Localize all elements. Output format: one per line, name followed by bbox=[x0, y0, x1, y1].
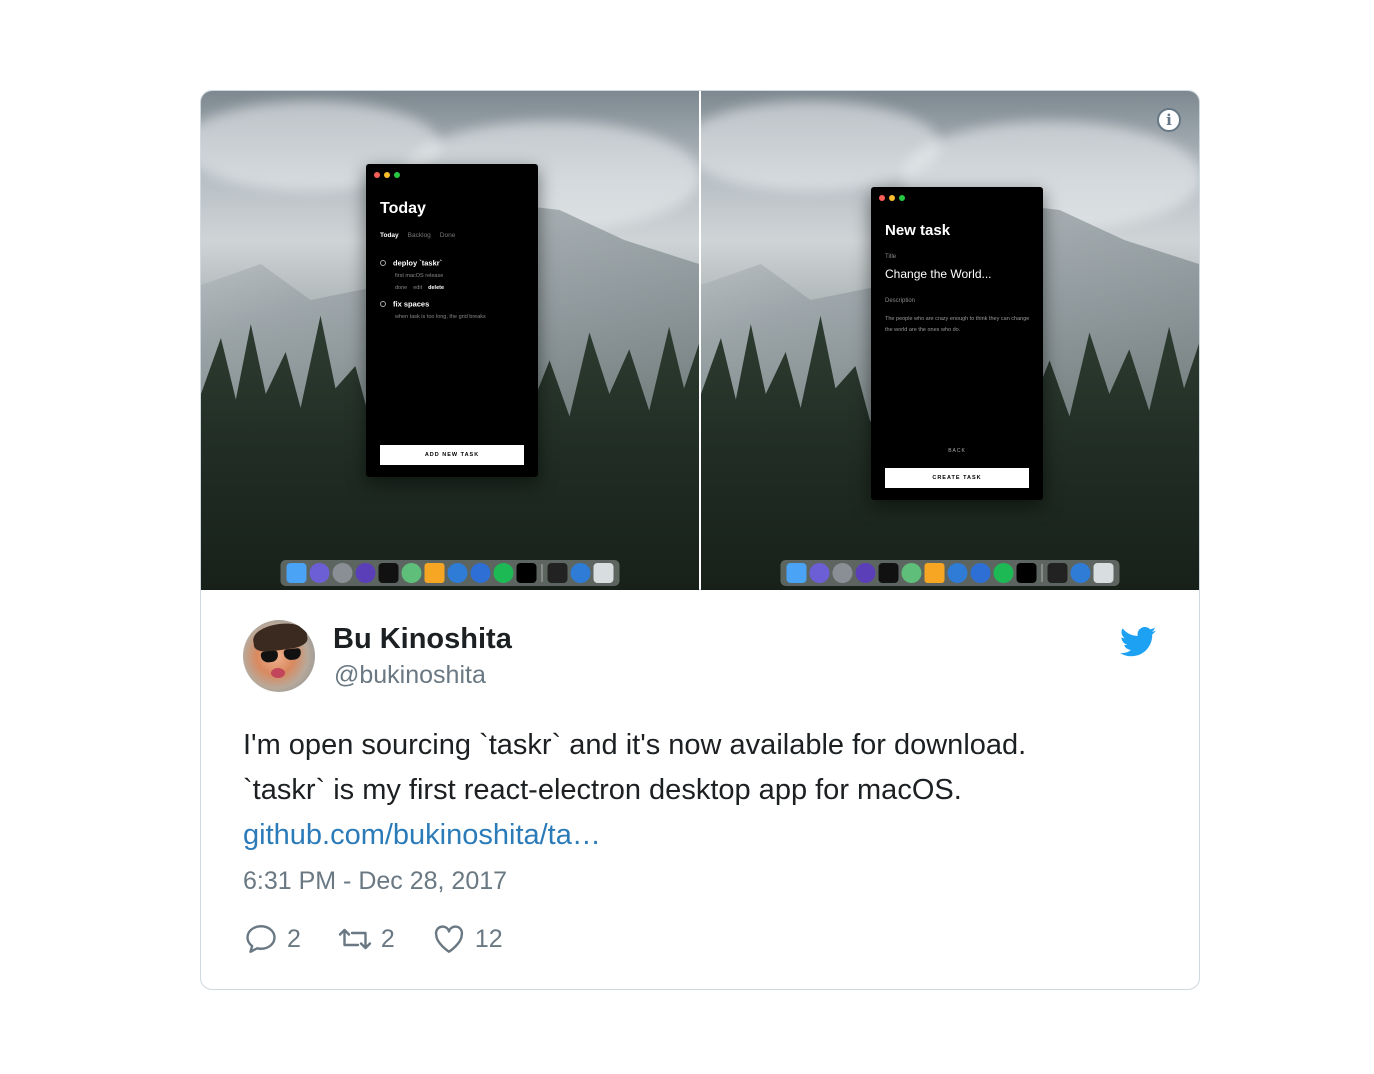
tweet-link[interactable]: github.com/bukinoshita/ta… bbox=[243, 813, 1163, 858]
info-icon[interactable]: i bbox=[1157, 108, 1181, 132]
title-value: Change the World... bbox=[885, 267, 992, 281]
finder-icon bbox=[286, 563, 307, 583]
spotify-icon bbox=[993, 563, 1014, 583]
task-item: deploy `taskr` first macOS release done … bbox=[380, 258, 444, 291]
tab-done: Done bbox=[439, 232, 456, 239]
app-icon bbox=[901, 563, 922, 583]
terminal-icon bbox=[378, 563, 399, 583]
retweet-button[interactable]: 2 bbox=[337, 921, 395, 957]
taskr-window-icon bbox=[1047, 563, 1068, 583]
dock-separator bbox=[541, 564, 543, 582]
minimize-dot-icon bbox=[889, 195, 895, 201]
media-image-left[interactable]: Today Today Backlog Done deploy `taskr` … bbox=[201, 91, 699, 590]
add-new-task-button: ADD NEW TASK bbox=[380, 445, 524, 465]
app-title: Today bbox=[380, 200, 426, 217]
task-action-edit: edit bbox=[413, 284, 423, 291]
app-store-icon bbox=[970, 563, 991, 583]
window-controls bbox=[374, 172, 400, 178]
task-name: fix spaces bbox=[393, 299, 430, 309]
trash-icon bbox=[1093, 563, 1114, 583]
spotify-icon bbox=[493, 563, 514, 583]
task-checkbox-icon bbox=[380, 301, 386, 308]
app-tabs: Today Backlog Done bbox=[380, 232, 455, 239]
avatar-mouth bbox=[271, 668, 285, 678]
tab-today: Today bbox=[380, 232, 399, 239]
twitter-bird-icon[interactable] bbox=[1119, 627, 1157, 657]
like-icon bbox=[434, 925, 463, 953]
task-name: deploy `taskr` bbox=[393, 258, 443, 268]
back-link: BACK bbox=[948, 448, 966, 454]
task-item: fix spaces when task is too long, the gr… bbox=[380, 299, 486, 320]
window-controls bbox=[879, 195, 905, 201]
like-count: 12 bbox=[474, 924, 503, 953]
tweet-timestamp[interactable]: 6:31 PM - Dec 28, 2017 bbox=[243, 867, 507, 896]
taskr-window-today: Today Today Backlog Done deploy `taskr` … bbox=[366, 164, 538, 477]
siri-icon bbox=[309, 563, 330, 583]
sketch-icon bbox=[424, 563, 445, 583]
retweet-count: 2 bbox=[380, 924, 395, 953]
firefox-icon bbox=[355, 563, 376, 583]
tweet-media[interactable]: Today Today Backlog Done deploy `taskr` … bbox=[201, 91, 1199, 590]
app-icon bbox=[401, 563, 422, 583]
app-title: New task bbox=[885, 222, 951, 239]
finder-icon bbox=[786, 563, 807, 583]
sketch-icon bbox=[924, 563, 945, 583]
1password-mini-icon bbox=[1070, 563, 1091, 583]
close-dot-icon bbox=[879, 195, 885, 201]
title-label: Title bbox=[885, 254, 897, 260]
task-checkbox-icon bbox=[380, 260, 386, 267]
launchpad-icon bbox=[332, 563, 353, 583]
reply-button[interactable]: 2 bbox=[243, 921, 301, 957]
tweet-text-line: I'm open sourcing `taskr` and it's now a… bbox=[243, 729, 1027, 761]
1password-icon bbox=[947, 563, 968, 583]
reply-count: 2 bbox=[287, 924, 301, 953]
zoom-dot-icon bbox=[394, 172, 400, 178]
tweet-text: I'm open sourcing `taskr` and it's now a… bbox=[243, 723, 1163, 858]
tweet-actions: 2 2 12 bbox=[243, 921, 539, 957]
task-actions: done edit delete bbox=[395, 285, 444, 291]
macos-dock bbox=[780, 560, 1120, 586]
terminal-icon bbox=[878, 563, 899, 583]
task-action-delete: delete bbox=[428, 284, 445, 291]
zoom-dot-icon bbox=[899, 195, 905, 201]
description-value: The people who are crazy enough to think… bbox=[885, 316, 1030, 333]
1password-mini-icon bbox=[570, 563, 591, 583]
retweet-icon bbox=[338, 928, 372, 950]
siri-icon bbox=[809, 563, 830, 583]
media-image-right[interactable]: New task Title Change the World... Descr… bbox=[701, 91, 1199, 590]
taskr-icon bbox=[516, 563, 537, 583]
task-detail: first macOS release bbox=[395, 272, 444, 279]
task-action-done: done bbox=[395, 284, 408, 291]
tweet-text-line: `taskr` is my first react-electron deskt… bbox=[243, 774, 962, 806]
firefox-icon bbox=[855, 563, 876, 583]
avatar[interactable] bbox=[243, 620, 315, 692]
app-store-icon bbox=[470, 563, 491, 583]
taskr-icon bbox=[1016, 563, 1037, 583]
close-dot-icon bbox=[374, 172, 380, 178]
taskr-window-icon bbox=[547, 563, 568, 583]
tab-backlog: Backlog bbox=[407, 232, 431, 239]
minimize-dot-icon bbox=[384, 172, 390, 178]
author-name[interactable]: Bu Kinoshita bbox=[333, 623, 512, 656]
tweet-card[interactable]: Today Today Backlog Done deploy `taskr` … bbox=[200, 90, 1200, 990]
task-detail: when task is too long, the grid breaks bbox=[395, 313, 486, 320]
reply-icon bbox=[246, 925, 276, 953]
description-label: Description bbox=[885, 298, 916, 304]
like-button[interactable]: 12 bbox=[431, 921, 503, 957]
taskr-window-new-task: New task Title Change the World... Descr… bbox=[871, 187, 1043, 500]
launchpad-icon bbox=[832, 563, 853, 583]
macos-dock bbox=[280, 560, 620, 586]
dock-separator bbox=[1041, 564, 1043, 582]
create-task-button: CREATE TASK bbox=[885, 468, 1029, 488]
trash-icon bbox=[593, 563, 614, 583]
1password-icon bbox=[447, 563, 468, 583]
author-handle[interactable]: @bukinoshita bbox=[334, 661, 486, 690]
